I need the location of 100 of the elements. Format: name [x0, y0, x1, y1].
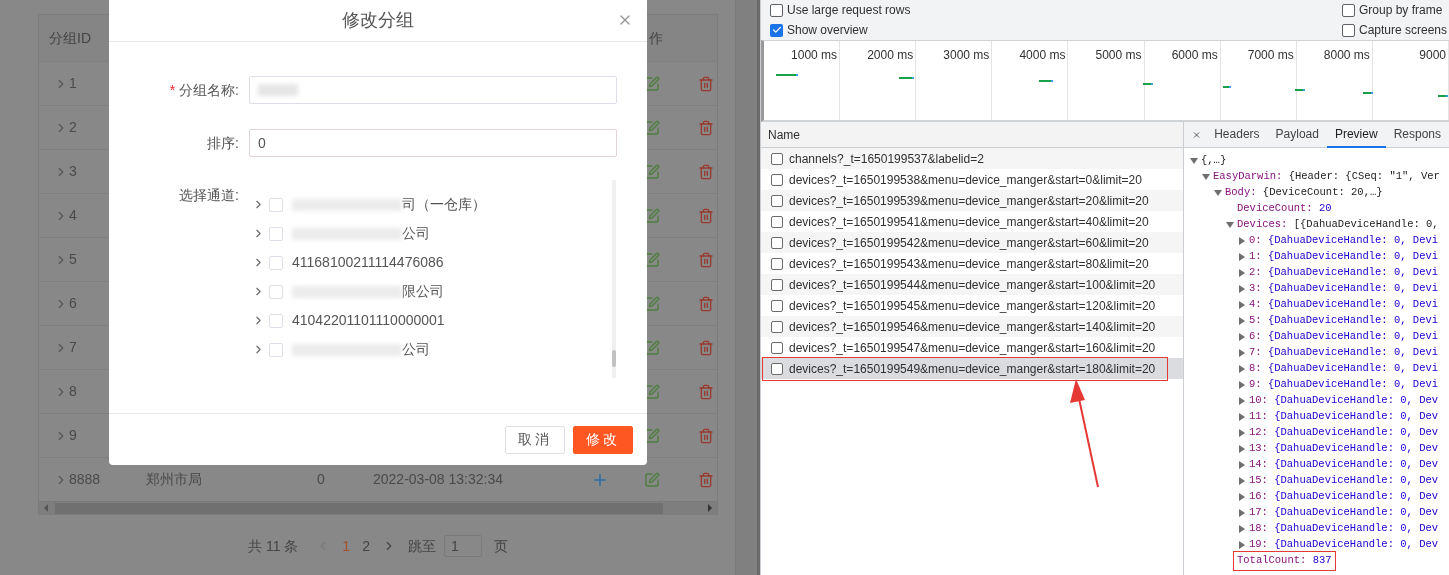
checkbox[interactable] [770, 23, 783, 37]
channel-name[interactable]: 公司 [402, 339, 430, 360]
expand-triangle-icon[interactable] [1238, 317, 1246, 325]
detail-tab[interactable]: Respons [1385, 122, 1449, 148]
json-entry[interactable]: 5: {DahuaDeviceHandle: 0, Devi [1249, 313, 1439, 329]
request-row[interactable]: devices?_t=1650199546&menu=device_manger&start=140&limit=20 [761, 316, 1183, 337]
json-entry[interactable]: 19: {DahuaDeviceHandle: 0, Dev [1249, 537, 1439, 553]
edit-icon[interactable] [644, 251, 660, 268]
setting-label[interactable]: Use large request rows [787, 1, 911, 19]
json-entry[interactable]: 9: {DahuaDeviceHandle: 0, Devi [1249, 377, 1439, 393]
edit-icon[interactable] [644, 207, 660, 224]
setting-label[interactable]: Group by frame [1359, 1, 1443, 19]
request-checkbox[interactable] [771, 152, 783, 165]
edit-icon[interactable] [644, 427, 660, 444]
expand-triangle-icon[interactable] [1238, 397, 1246, 405]
json-entry[interactable]: 13: {DahuaDeviceHandle: 0, Dev [1249, 441, 1439, 457]
expand-triangle-icon[interactable] [1238, 445, 1246, 453]
request-checkbox[interactable] [771, 362, 783, 375]
edit-icon[interactable] [644, 339, 660, 356]
expand-triangle-icon[interactable] [1238, 285, 1246, 293]
json-entry[interactable]: 7: {DahuaDeviceHandle: 0, Devi [1249, 345, 1439, 361]
expand-triangle-icon[interactable] [1238, 333, 1246, 341]
expand-triangle-icon[interactable] [1238, 509, 1246, 517]
expand-triangle-icon[interactable] [1238, 269, 1246, 277]
json-entry[interactable]: 6: {DahuaDeviceHandle: 0, Devi [1249, 329, 1439, 345]
group-name-field[interactable] [249, 76, 617, 104]
collapse-triangle-icon[interactable] [1226, 221, 1234, 229]
checkbox[interactable] [1342, 3, 1355, 17]
json-entry[interactable]: 17: {DahuaDeviceHandle: 0, Dev [1249, 505, 1439, 521]
collapse-triangle-icon[interactable] [1190, 157, 1198, 165]
expand-triangle-icon[interactable] [1238, 365, 1246, 373]
json-entry[interactable]: 0: {DahuaDeviceHandle: 0, Devi [1249, 233, 1439, 249]
expand-triangle-icon[interactable] [1238, 477, 1246, 485]
setting-label[interactable]: Capture screens [1359, 21, 1448, 39]
expand-triangle-icon[interactable] [1238, 349, 1246, 357]
request-row[interactable]: devices?_t=1650199539&menu=device_manger&start=20&limit=20 [761, 190, 1183, 211]
request-row[interactable]: devices?_t=1650199542&menu=device_manger&start=60&limit=20 [761, 232, 1183, 253]
json-entry[interactable]: 12: {DahuaDeviceHandle: 0, Dev [1249, 425, 1439, 441]
edit-icon[interactable] [644, 119, 660, 136]
sort-field[interactable]: 0 [249, 129, 617, 157]
request-checkbox[interactable] [771, 236, 783, 249]
channel-checkbox[interactable] [269, 284, 283, 299]
collapse-triangle-icon[interactable] [1214, 189, 1222, 197]
edit-icon[interactable] [644, 383, 660, 400]
expand-triangle-icon[interactable] [1238, 237, 1246, 245]
json-entry[interactable]: 1: {DahuaDeviceHandle: 0, Devi [1249, 249, 1439, 265]
request-row[interactable]: channels?_t=1650199537&labelid=2 [761, 148, 1183, 169]
json-entry[interactable]: 18: {DahuaDeviceHandle: 0, Dev [1249, 521, 1439, 537]
expand-triangle-icon[interactable] [1238, 253, 1246, 261]
channel-name[interactable]: 限公司 [402, 281, 444, 302]
channel-checkbox[interactable] [269, 255, 283, 270]
expand-triangle-icon[interactable] [1238, 429, 1246, 437]
request-checkbox[interactable] [771, 299, 783, 312]
json-entry[interactable]: 16: {DahuaDeviceHandle: 0, Dev [1249, 489, 1439, 505]
detail-tab[interactable]: Headers [1206, 122, 1268, 148]
json-entry[interactable]: 14: {DahuaDeviceHandle: 0, Dev [1249, 457, 1439, 473]
json-entry[interactable]: Body: {DeviceCount: 20,…} [1225, 185, 1383, 201]
channel-checkbox[interactable] [269, 197, 283, 212]
edit-icon[interactable] [644, 163, 660, 180]
request-checkbox[interactable] [771, 194, 783, 207]
json-entry[interactable]: {,…} [1201, 153, 1227, 169]
request-checkbox[interactable] [771, 173, 783, 186]
expand-triangle-icon[interactable] [1238, 413, 1246, 421]
cancel-button[interactable]: 取消 [505, 425, 565, 454]
detail-tab[interactable]: Payload [1267, 122, 1327, 148]
json-entry[interactable]: 10: {DahuaDeviceHandle: 0, Dev [1249, 393, 1439, 409]
expand-triangle-icon[interactable] [1238, 493, 1246, 501]
channel-checkbox[interactable] [269, 342, 283, 357]
collapse-triangle-icon[interactable] [1202, 173, 1210, 181]
channel-name[interactable]: 司（一仓库） [402, 194, 486, 215]
edit-icon[interactable] [644, 75, 660, 92]
checkbox[interactable] [770, 3, 783, 17]
request-checkbox[interactable] [771, 278, 783, 291]
scrollbar-thumb[interactable] [55, 502, 663, 514]
expand-triangle-icon[interactable] [1238, 301, 1246, 309]
channel-name[interactable]: 公司 [402, 223, 430, 244]
channel-checkbox[interactable] [269, 226, 283, 241]
request-checkbox[interactable] [771, 215, 783, 228]
expand-triangle-icon[interactable] [1238, 541, 1246, 549]
channel-name[interactable]: 41042201101110000001 [292, 310, 445, 331]
scroll-right-icon[interactable] [707, 504, 713, 512]
request-checkbox[interactable] [771, 257, 783, 270]
expand-triangle-icon[interactable] [1238, 525, 1246, 533]
request-row[interactable]: devices?_t=1650199544&menu=device_manger&start=100&limit=20 [761, 274, 1183, 295]
json-entry[interactable]: 15: {DahuaDeviceHandle: 0, Dev [1249, 473, 1439, 489]
setting-label[interactable]: Show overview [787, 21, 868, 39]
checkbox[interactable] [1342, 23, 1355, 37]
edit-icon[interactable] [644, 295, 660, 312]
expand-triangle-icon[interactable] [1238, 461, 1246, 469]
horizontal-scrollbar[interactable] [39, 501, 717, 514]
expand-triangle-icon[interactable] [1238, 381, 1246, 389]
request-checkbox[interactable] [771, 320, 783, 333]
column-header[interactable]: Name [768, 125, 800, 144]
json-entry[interactable]: 2: {DahuaDeviceHandle: 0, Devi [1249, 265, 1439, 281]
page-scrollbar[interactable] [735, 0, 760, 575]
channel-checkbox[interactable] [269, 313, 283, 328]
request-checkbox[interactable] [771, 341, 783, 354]
json-entry[interactable]: EasyDarwin: {Header: {CSeq: "1", Ver [1213, 169, 1440, 185]
json-entry[interactable]: 3: {DahuaDeviceHandle: 0, Devi [1249, 281, 1439, 297]
json-entry[interactable]: Devices: [{DahuaDeviceHandle: 0, [1237, 217, 1439, 233]
